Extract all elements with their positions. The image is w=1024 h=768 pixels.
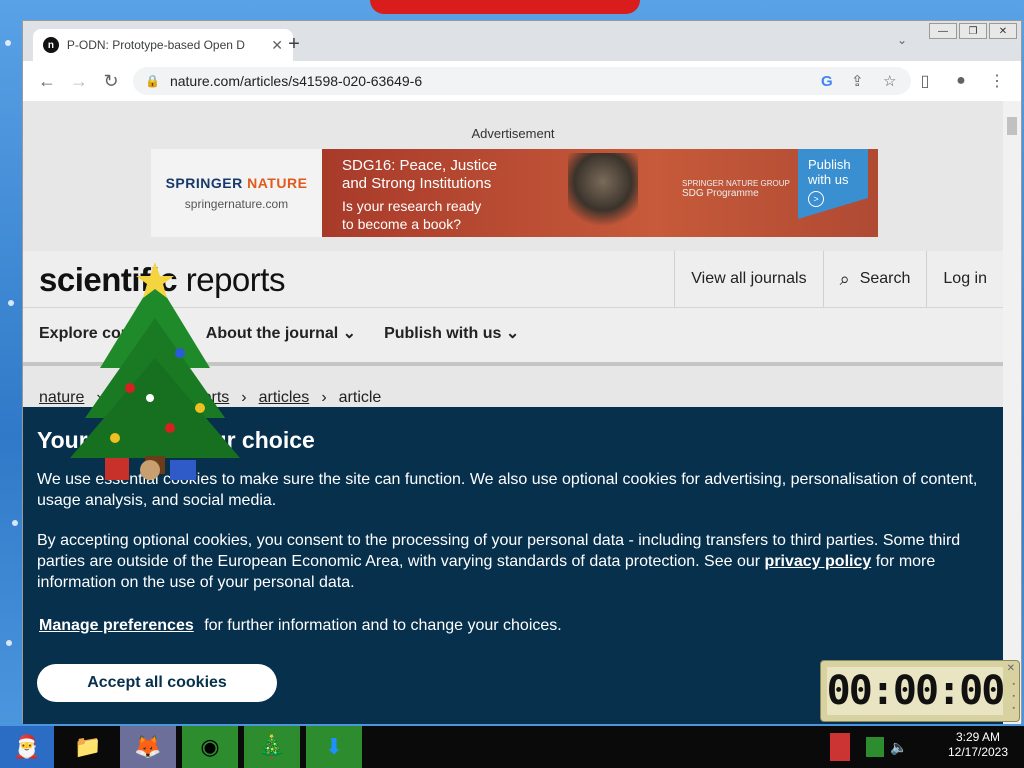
- address-bar[interactable]: 🔒 nature.com/articles/s41598-020-63649-6…: [133, 67, 911, 95]
- tab-strip: n P-ODN: Prototype-based Open D ✕ + ⌄ — …: [23, 21, 1021, 61]
- ad-brand-panel: SPRINGER NATURE springernature.com: [151, 149, 322, 237]
- timer-side-labels: ▪ ▪ ▪: [1012, 681, 1015, 712]
- chrome-taskbar-icon[interactable]: ◉: [182, 726, 238, 768]
- clock-date: 12/17/2023: [947, 745, 1009, 759]
- header-nav: View all journals ⌕ Search Log in: [674, 251, 1003, 307]
- browser-toolbar: ← → ↻ 🔒 nature.com/articles/s41598-020-6…: [23, 61, 1021, 101]
- side-panel-icon[interactable]: ▯: [909, 65, 941, 97]
- firefox-taskbar-icon[interactable]: 🦊: [120, 726, 176, 768]
- search-icon: ⌕: [839, 268, 850, 289]
- subnav-publish[interactable]: Publish with us ⌄: [384, 323, 519, 343]
- tray-volume-icon[interactable]: 🔈: [890, 739, 907, 756]
- ad-body: SDG16: Peace, Justice and Strong Institu…: [322, 149, 878, 237]
- google-icon[interactable]: G: [821, 67, 833, 95]
- ad-sdg-text: SPRINGER NATURE GROUP SDG Programme: [682, 179, 790, 199]
- ad-label: Advertisement: [471, 126, 555, 141]
- chevron-right-icon: ›: [321, 389, 327, 406]
- close-window-button[interactable]: ✕: [989, 23, 1017, 39]
- tree-taskbar-icon[interactable]: 🎄: [244, 726, 300, 768]
- star-icon[interactable]: ☆: [883, 67, 896, 95]
- view-all-journals-link[interactable]: View all journals: [674, 251, 822, 307]
- ad-statue-image: [568, 153, 638, 235]
- back-button[interactable]: ←: [31, 65, 63, 97]
- tray-network-icon[interactable]: [866, 737, 884, 757]
- minimize-button[interactable]: —: [929, 23, 957, 39]
- page-scrollbar[interactable]: [1003, 101, 1021, 724]
- login-link[interactable]: Log in: [926, 251, 1003, 307]
- tab-search-chevron-icon[interactable]: ⌄: [897, 33, 907, 47]
- search-label: Search: [859, 270, 911, 287]
- breadcrumb-current: article: [338, 389, 382, 406]
- menu-icon[interactable]: ⋮: [981, 65, 1013, 97]
- url-text: nature.com/articles/s41598-020-63649-6: [169, 73, 423, 89]
- new-tab-button[interactable]: +: [285, 33, 303, 56]
- tab-active[interactable]: n P-ODN: Prototype-based Open D ✕: [33, 29, 293, 61]
- arrow-right-icon: >: [808, 191, 824, 207]
- accept-all-cookies-button[interactable]: Accept all cookies: [37, 664, 277, 702]
- forward-button[interactable]: →: [63, 65, 95, 97]
- ad-banner[interactable]: SPRINGER NATURE springernature.com SDG16…: [151, 149, 878, 237]
- desktop-santa-decoration: [370, 0, 640, 14]
- tree-decoration-icon: [60, 258, 250, 490]
- ad-brand: SPRINGER NATURE: [165, 175, 308, 191]
- share-icon[interactable]: ⇪: [851, 67, 864, 95]
- nature-favicon-icon: n: [43, 37, 59, 53]
- profile-icon[interactable]: ●: [945, 65, 977, 97]
- close-tab-icon[interactable]: ✕: [271, 37, 283, 54]
- cookie-text-2: By accepting optional cookies, you conse…: [37, 532, 961, 591]
- taskbar: 🎅 📁 🦊 ◉ 🎄 ⬇ 🔈 3:29 AM 12/17/2023: [0, 726, 1024, 768]
- timer-widget[interactable]: 00:00:00 ✕ ▪ ▪ ▪: [820, 660, 1020, 722]
- cookie-text-3: Manage preferences for further informati…: [39, 617, 562, 634]
- privacy-policy-link[interactable]: privacy policy: [765, 553, 872, 570]
- manage-preferences-link[interactable]: Manage preferences: [39, 617, 194, 634]
- taskbar-clock[interactable]: 3:29 AM 12/17/2023: [946, 730, 1010, 760]
- close-icon[interactable]: ✕: [1007, 663, 1015, 674]
- clock-time: 3:29 AM: [955, 730, 1001, 744]
- tab-title: P-ODN: Prototype-based Open D: [66, 38, 245, 52]
- timer-display: 00:00:00: [826, 667, 1005, 715]
- reload-button[interactable]: ↻: [95, 65, 127, 97]
- breadcrumb-articles[interactable]: articles: [259, 389, 310, 407]
- start-button[interactable]: 🎅: [0, 726, 54, 768]
- lock-icon: 🔒: [145, 74, 160, 88]
- tray-flag-icon[interactable]: [830, 733, 850, 761]
- search-button[interactable]: ⌕ Search: [822, 251, 927, 307]
- toolbar-right: ▯ ● ⋮: [909, 65, 1013, 97]
- ad-site: springernature.com: [184, 197, 289, 211]
- window-controls: — ❐ ✕: [929, 23, 1017, 39]
- scrollbar-thumb[interactable]: [1007, 117, 1017, 135]
- maximize-button[interactable]: ❐: [959, 23, 987, 39]
- download-taskbar-icon[interactable]: ⬇: [306, 726, 362, 768]
- file-explorer-taskbar-icon[interactable]: 📁: [60, 726, 116, 768]
